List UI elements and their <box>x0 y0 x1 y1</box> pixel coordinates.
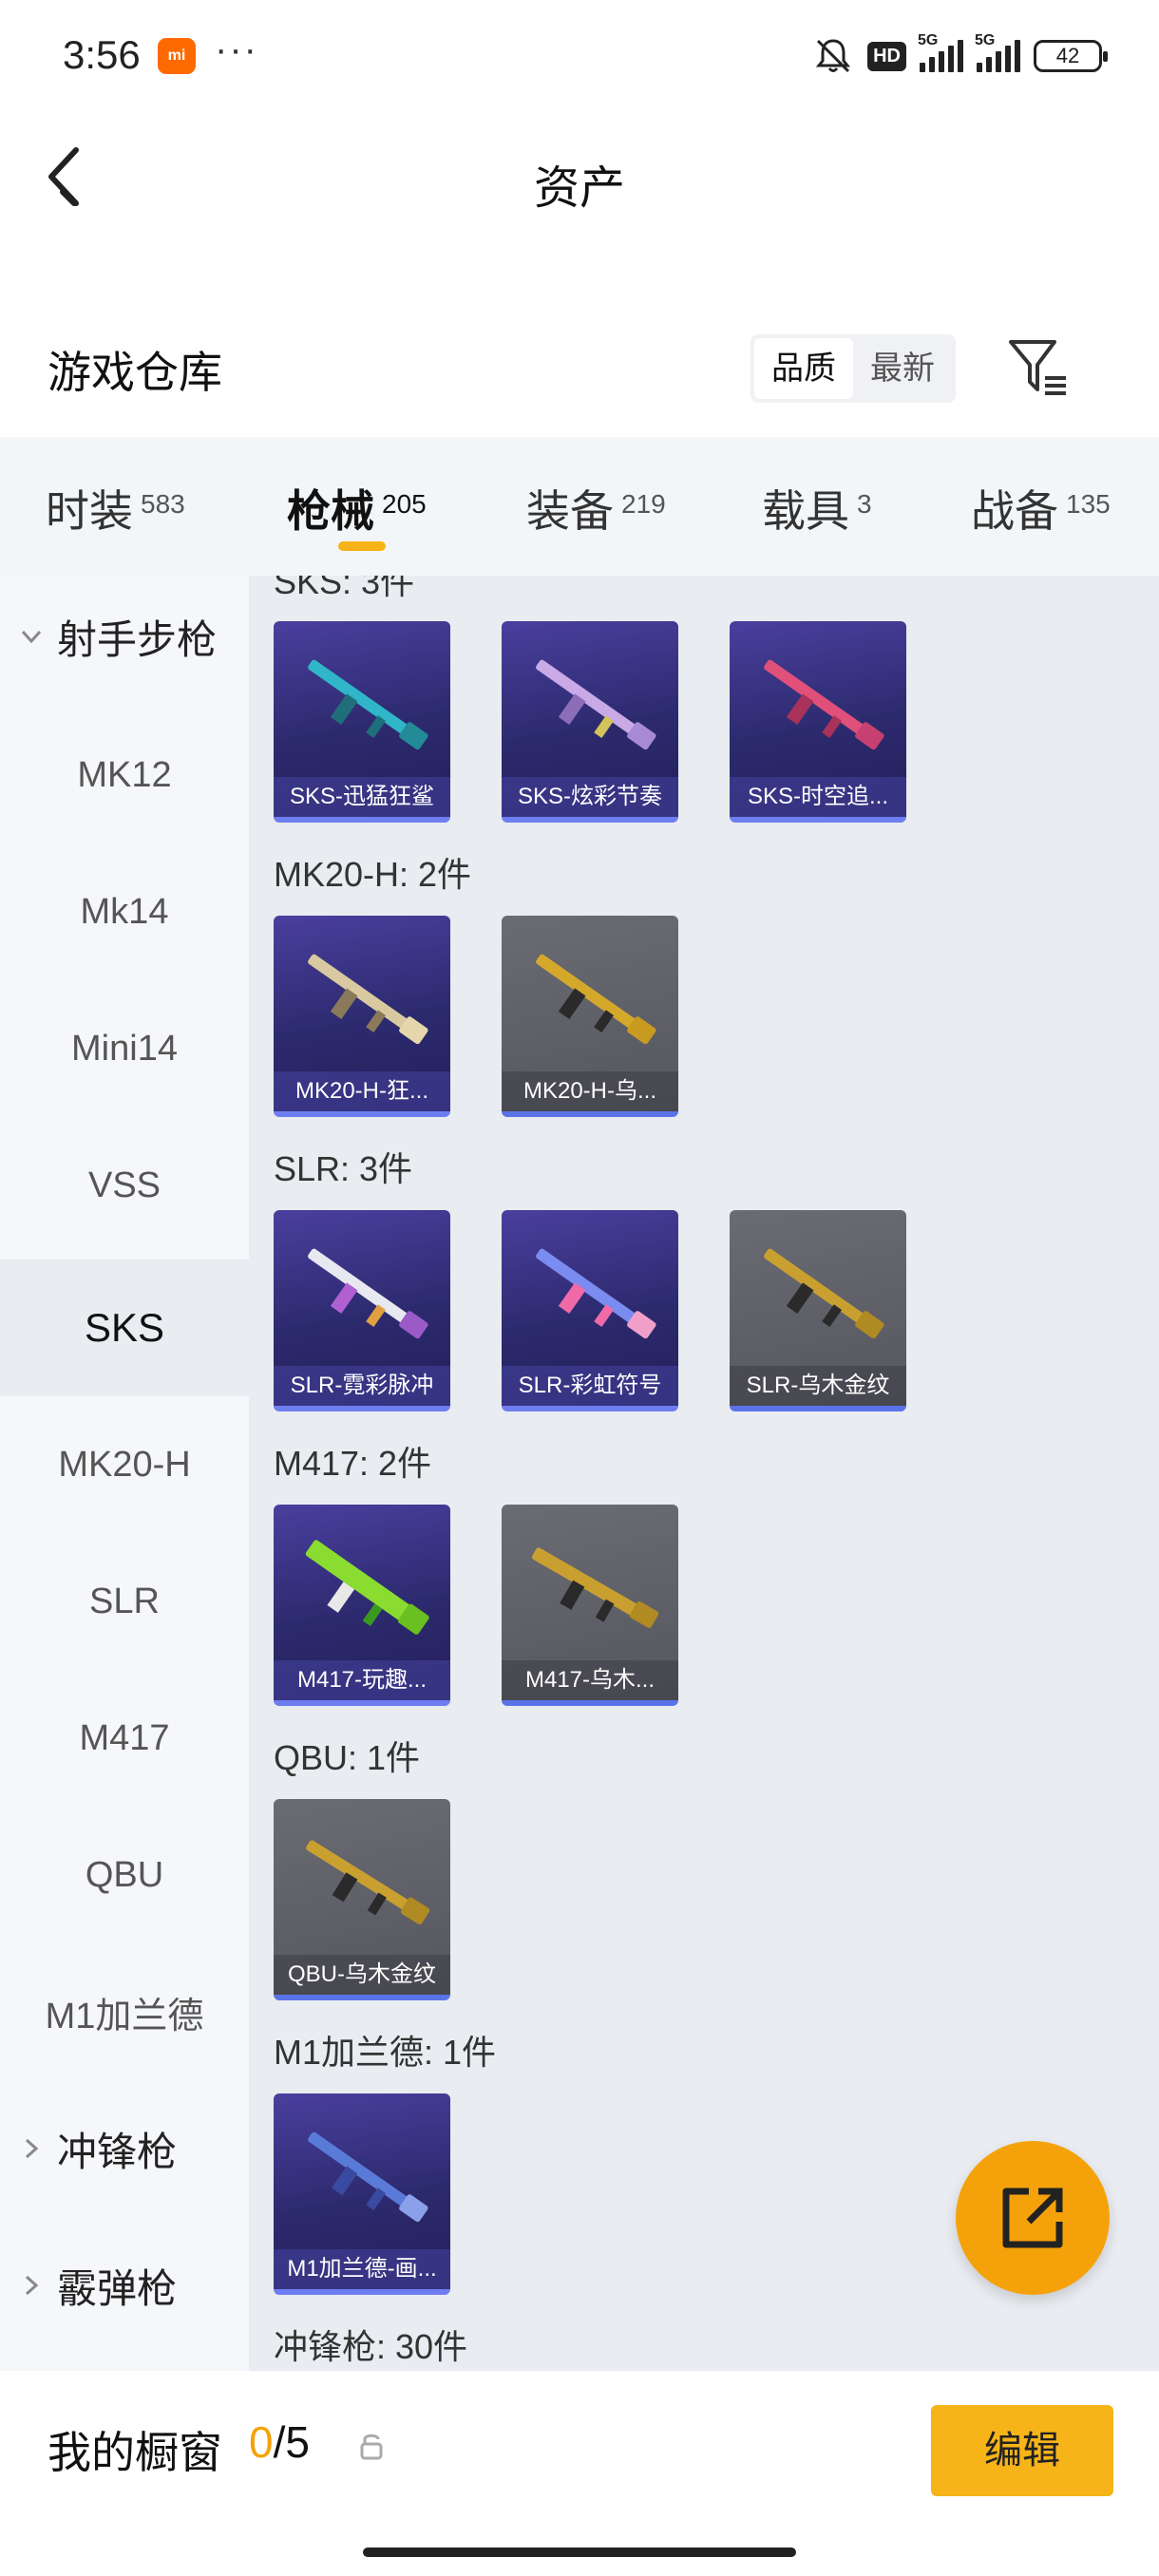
group-heading-smg: 冲锋枪: 30件 <box>274 2327 468 2366</box>
sort-by-newest-button[interactable]: 最新 <box>853 338 952 399</box>
tab-firearms[interactable]: 枪械 205 <box>287 477 427 540</box>
sidebar-group-smg[interactable]: 冲锋枪 <box>0 2080 249 2217</box>
tab-fashion[interactable]: 时装 583 <box>46 477 185 540</box>
rifle-skin-icon <box>306 1840 430 1925</box>
group-heading-qbu: QBU: 1件 <box>274 1738 421 1777</box>
weapon-card[interactable]: M417-玩趣... <box>274 1505 450 1706</box>
group-heading-sks: SKS: 3件 <box>274 576 415 601</box>
home-indicator[interactable] <box>363 2548 796 2557</box>
sidebar-item-mk20h[interactable]: MK20-H <box>0 1396 249 1533</box>
sort-by-quality-button[interactable]: 品质 <box>754 338 853 399</box>
mi-app-icon: mi <box>158 38 196 74</box>
active-tab-indicator <box>338 541 386 551</box>
rifle-skin-icon <box>308 2131 428 2223</box>
sidebar-item-mk14[interactable]: Mk14 <box>0 843 249 980</box>
share-icon <box>1002 2188 1063 2248</box>
showcase-bar: 我的橱窗 0/5 编辑 <box>0 2371 1159 2576</box>
sidebar-item-m1-garand[interactable]: M1加兰德 <box>0 1943 249 2080</box>
rifle-skin-icon <box>308 954 428 1045</box>
rifle-skin-icon <box>531 1547 659 1628</box>
weapon-card[interactable]: SKS-炫彩节奏 <box>502 621 678 823</box>
mute-bell-icon <box>812 37 854 75</box>
sidebar-item-qbu[interactable]: QBU <box>0 1807 249 1943</box>
weapon-card[interactable]: SKS-时空追... <box>730 621 906 823</box>
group-heading-mk20h: MK20-H: 2件 <box>274 855 472 894</box>
weapon-card[interactable]: MK20-H-狂... <box>274 916 450 1117</box>
sidebar-item-sks[interactable]: SKS <box>0 1260 249 1396</box>
sidebar-group-marksman-rifles[interactable]: 射手步枪 <box>0 568 249 705</box>
sidebar-item-mini14[interactable]: Mini14 <box>0 980 249 1117</box>
sidebar-group-shotgun[interactable]: 霰弹枪 <box>0 2217 249 2354</box>
sidebar-item-vss[interactable]: VSS <box>0 1117 249 1254</box>
signal-icon-2: 5G <box>975 32 1020 72</box>
rifle-skin-icon <box>308 1248 428 1339</box>
lock-icon <box>360 2434 383 2460</box>
hd-icon: HD <box>867 41 906 71</box>
signal-icon-1: 5G <box>918 32 963 72</box>
weapon-card[interactable]: SLR-乌木金纹 <box>730 1210 906 1411</box>
rifle-skin-icon <box>536 1248 656 1339</box>
rifle-skin-icon <box>764 659 884 750</box>
category-tabs: 时装 583 枪械 205 装备 219 载具 3 战备 135 <box>0 437 1159 576</box>
sidebar-item-m417[interactable]: M417 <box>0 1670 249 1807</box>
status-bar: 3:56 mi ··· HD 5G 5G 42 <box>0 0 1159 112</box>
rifle-skin-icon <box>305 1540 429 1635</box>
status-icons: HD 5G 5G 42 <box>812 32 1108 78</box>
chevron-right-icon <box>25 2275 39 2296</box>
showcase-count: 0/5 <box>249 2417 310 2467</box>
tab-vehicles[interactable]: 载具 3 <box>762 477 872 540</box>
weapon-card[interactable]: SLR-霓彩脉冲 <box>274 1210 450 1411</box>
warehouse-title: 游戏仓库 <box>48 348 222 397</box>
sidebar-item-slr[interactable]: SLR <box>0 1533 249 1670</box>
tab-equipment[interactable]: 装备 219 <box>526 477 666 540</box>
weapon-card[interactable]: MK20-H-乌... <box>502 916 678 1117</box>
rifle-skin-icon <box>764 1248 884 1339</box>
weapon-card[interactable]: M1加兰德-画... <box>274 2093 450 2295</box>
rifle-skin-icon <box>536 954 656 1045</box>
chevron-down-icon <box>21 630 42 644</box>
share-button[interactable] <box>956 2141 1110 2295</box>
weapon-card[interactable]: SLR-彩虹符号 <box>502 1210 678 1411</box>
chevron-right-icon <box>25 2138 39 2159</box>
rifle-skin-icon <box>536 659 656 750</box>
my-showcase-label: 我的橱窗 <box>48 2428 222 2477</box>
tab-supplies[interactable]: 战备 135 <box>971 477 1111 540</box>
sort-toggle: 品质 最新 <box>750 334 956 403</box>
group-heading-m417: M417: 2件 <box>274 1444 432 1483</box>
battery-indicator: 42 <box>1034 40 1108 72</box>
group-heading-slr: SLR: 3件 <box>274 1149 413 1188</box>
rifle-skin-icon <box>308 659 428 750</box>
weapon-card[interactable]: SKS-迅猛狂鲨 <box>274 621 450 823</box>
weapon-card[interactable]: QBU-乌木金纹 <box>274 1799 450 2000</box>
weapon-card[interactable]: M417-乌木... <box>502 1505 678 1706</box>
weapon-grid: SKS: 3件 SKS-迅猛狂鲨 SKS-炫彩节奏 SKS-时空追... MK2… <box>249 576 1159 2371</box>
more-notifications-icon: ··· <box>215 28 258 70</box>
sidebar-item-mk12[interactable]: MK12 <box>0 707 249 843</box>
filter-icon[interactable] <box>1007 338 1070 397</box>
status-time: 3:56 <box>63 32 141 77</box>
edit-button[interactable]: 编辑 <box>931 2405 1113 2496</box>
weapon-sidebar: 射手步枪 MK12 Mk14 Mini14 VSS SKS MK20-H SLR… <box>0 576 249 2371</box>
page-title: 资产 <box>533 163 625 214</box>
group-heading-m1-garand: M1加兰德: 1件 <box>274 2033 497 2072</box>
